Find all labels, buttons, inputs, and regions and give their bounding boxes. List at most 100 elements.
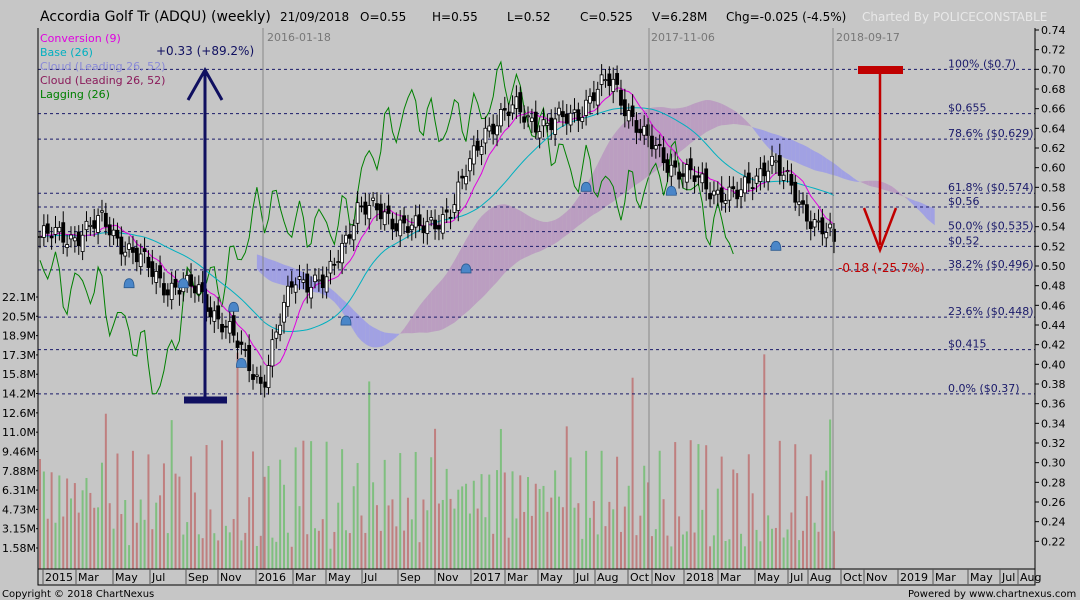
header-open: O=0.55 [360,10,406,24]
volume-bar [588,517,591,569]
volume-bar [515,518,518,569]
time-tick-label: Aug [1020,571,1041,584]
time-tick-label: Mar [507,571,528,584]
candle-body [766,170,771,183]
volume-bar [604,526,607,569]
volume-bar [93,507,96,569]
time-tick-label: Aug [597,571,618,584]
volume-bar [337,502,340,569]
volume-tick-label: 9.46M [2,445,36,458]
candle-body [622,99,627,117]
time-tick-label: Nov [654,571,676,584]
volume-bar [364,532,367,569]
candle-body [216,305,221,320]
time-tick-label: 2018 [686,571,714,584]
candle-body [688,158,693,171]
candle-body [165,289,170,296]
volume-bar [306,534,309,569]
volume-bar [228,532,231,569]
volume-bar [639,515,642,569]
candle-body [142,248,147,252]
volume-bar [62,516,65,569]
volume-bar [410,519,413,569]
volume-bar [743,546,746,569]
volume-bar [608,501,611,569]
volume-bar [767,515,770,569]
candle-body [193,285,197,294]
time-tick-label: Oct [630,571,650,584]
candle-body [305,273,310,293]
volume-bar [120,514,123,569]
candle-body [351,225,356,241]
candle-body [483,127,488,144]
header-volume: V=6.28M [652,10,707,24]
candle-body [719,187,724,203]
volume-bar [135,522,138,569]
candle-body [657,143,662,146]
volume-bar [658,450,661,569]
volume-bar [39,459,41,569]
bell-marker [123,278,135,289]
cloud-segment [725,105,730,125]
candle-body [138,253,143,268]
volume-bar [162,463,165,569]
candle-body [681,173,685,177]
header-low: L=0.52 [507,10,550,24]
cloud-segment [810,148,815,171]
volume-bar [333,531,336,569]
time-axis: 2015 Mar May Jul Sep Nov 2016 Mar May Jul Sep Nov 20… [37,568,1041,586]
time-tick-label: Mar [935,571,956,584]
volume-bar [344,530,347,569]
volume-bar [596,534,599,569]
candle-body [363,201,368,215]
candle-body [320,274,325,289]
price-tick-label: 0.74 [1041,24,1066,37]
candle-body [700,173,705,184]
candle-body [669,164,674,177]
candle-body [196,284,201,295]
candle-body [440,214,445,234]
volume-bar [294,447,297,569]
candle-body [297,276,302,280]
legend-base: Base (26) [40,46,93,59]
candle-body [402,215,406,224]
price-tick-label: 0.24 [1041,516,1066,529]
volume-bar [170,420,173,569]
cloud-segment [272,260,277,284]
volume-bar [213,533,216,569]
price-tick-label: 0.46 [1041,299,1066,312]
candle-body [41,225,46,238]
candle-body [634,120,639,133]
volume-bar [197,534,200,569]
candle-body [529,117,534,122]
price-tick-label: 0.22 [1041,535,1066,548]
price-tick-label: 0.28 [1041,476,1066,489]
bell-marker [177,278,189,289]
candle-body [76,231,81,247]
volume-bar [507,537,510,569]
volume-bar [69,498,72,569]
cloud-segment [822,155,827,174]
volume-bar [217,540,220,569]
candle-body [301,279,306,283]
volume-bar [503,472,506,569]
candle-body [553,118,558,135]
candle-body [278,324,283,335]
candle-body [754,175,759,184]
candle-body [514,96,519,109]
candle-body [224,325,228,328]
candle-body [665,159,670,173]
candle-body [220,323,224,333]
candle-body [499,109,503,127]
cloud-segment [562,211,567,238]
volume-axis: 22.1M 20.5M 18.9M 17.3M 15.8M 14.2M 12.6M 11.0M… [2,28,39,569]
price-tick-label: 0.64 [1041,122,1066,135]
volume-bar [143,519,146,569]
candle-body [336,261,341,263]
candle-body [797,201,802,205]
cloud-segment [578,191,583,226]
cloud-segment [930,207,935,226]
cloud-segment [357,314,362,341]
volume-bar [348,533,351,569]
legend-cloud-a: Cloud (Leading 26, 52) [40,60,165,73]
